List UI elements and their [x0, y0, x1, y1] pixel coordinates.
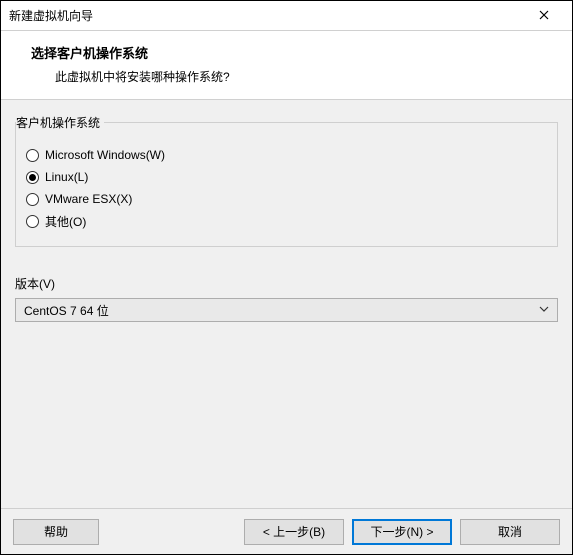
radio-icon [26, 215, 39, 228]
version-selected-value: CentOS 7 64 位 [24, 302, 109, 319]
radio-label: Linux(L) [45, 170, 88, 184]
help-button[interactable]: 帮助 [13, 519, 99, 545]
guest-os-legend: 客户机操作系统 [16, 114, 104, 131]
header-title: 选择客户机操作系统 [31, 43, 556, 62]
footer: 帮助 < 上一步(B) 下一步(N) > 取消 [1, 508, 572, 554]
window-title: 新建虚拟机向导 [9, 7, 524, 24]
version-select[interactable]: CentOS 7 64 位 [15, 298, 558, 322]
radio-icon [26, 193, 39, 206]
radio-icon [26, 149, 39, 162]
radio-linux[interactable]: Linux(L) [26, 166, 547, 188]
radio-label: VMware ESX(X) [45, 192, 132, 206]
header-subtitle: 此虚拟机中将安装哪种操作系统? [31, 68, 556, 85]
cancel-button[interactable]: 取消 [460, 519, 560, 545]
header-panel: 选择客户机操作系统 此虚拟机中将安装哪种操作系统? [1, 31, 572, 100]
close-button[interactable] [524, 2, 564, 30]
close-icon [539, 9, 549, 23]
titlebar: 新建虚拟机向导 [1, 1, 572, 31]
back-button[interactable]: < 上一步(B) [244, 519, 344, 545]
version-label: 版本(V) [15, 275, 558, 292]
radio-vmware-esx[interactable]: VMware ESX(X) [26, 188, 547, 210]
body-panel: 客户机操作系统 Microsoft Windows(W) Linux(L) VM… [1, 100, 572, 508]
radio-other[interactable]: 其他(O) [26, 210, 547, 232]
next-button[interactable]: 下一步(N) > [352, 519, 452, 545]
radio-label: Microsoft Windows(W) [45, 148, 165, 162]
guest-os-group: 客户机操作系统 Microsoft Windows(W) Linux(L) VM… [15, 122, 558, 247]
radio-icon [26, 171, 39, 184]
wizard-window: 新建虚拟机向导 选择客户机操作系统 此虚拟机中将安装哪种操作系统? 客户机操作系… [0, 0, 573, 555]
radio-windows[interactable]: Microsoft Windows(W) [26, 144, 547, 166]
chevron-down-icon [539, 303, 549, 317]
radio-label: 其他(O) [45, 213, 86, 230]
